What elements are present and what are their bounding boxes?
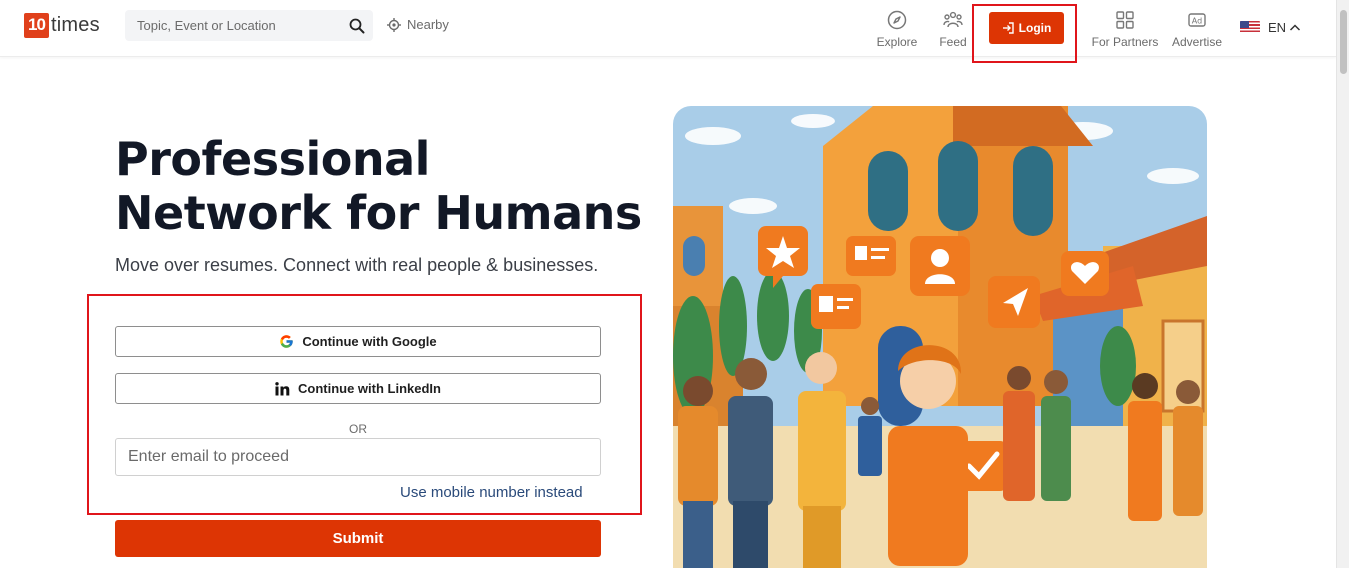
login-arrow-icon <box>1002 22 1014 34</box>
submit-button[interactable]: Submit <box>115 520 601 557</box>
nearby-label: Nearby <box>407 17 449 32</box>
nav-advertise-label: Advertise <box>1171 35 1223 49</box>
people-group-icon <box>943 11 963 28</box>
location-target-icon <box>387 17 401 32</box>
nearby-button[interactable]: Nearby <box>387 17 449 32</box>
linkedin-button-label: Continue with LinkedIn <box>298 381 441 396</box>
top-navbar: 10 times Nearby Explore Feed Login For P… <box>0 0 1336 63</box>
use-mobile-number-link[interactable]: Use mobile number instead <box>400 484 583 501</box>
email-field[interactable] <box>115 438 601 476</box>
google-icon <box>280 335 294 348</box>
google-button-label: Continue with Google <box>302 334 437 349</box>
page-scrollbar[interactable] <box>1336 0 1349 568</box>
compass-icon <box>887 10 907 30</box>
nav-explore[interactable]: Explore <box>876 10 918 49</box>
grid-icon <box>1116 11 1134 29</box>
login-label: Login <box>1018 21 1052 35</box>
nav-partners-label: For Partners <box>1091 35 1159 49</box>
nav-advertise[interactable]: Ad Advertise <box>1171 10 1223 49</box>
hero-illustration <box>673 106 1207 568</box>
linkedin-icon <box>275 381 290 395</box>
svg-text:Ad: Ad <box>1192 17 1202 26</box>
nav-feed-label: Feed <box>939 35 967 49</box>
chevron-up-icon <box>1290 23 1301 31</box>
search-bar <box>125 10 373 41</box>
scrollbar-thumb[interactable] <box>1340 10 1347 74</box>
continue-with-linkedin-button[interactable]: Continue with LinkedIn <box>115 373 601 404</box>
logo-mark: 10 <box>24 12 49 38</box>
language-selector[interactable]: EN <box>1240 20 1301 35</box>
ad-icon: Ad <box>1188 13 1206 27</box>
continue-with-google-button[interactable]: Continue with Google <box>115 326 601 357</box>
us-flag-icon <box>1240 21 1260 34</box>
hero-title: Professional Network for Humans <box>115 132 642 240</box>
nav-feed[interactable]: Feed <box>937 10 969 49</box>
search-icon[interactable] <box>341 18 373 34</box>
language-code: EN <box>1268 20 1287 35</box>
or-divider: OR <box>349 422 367 436</box>
nav-for-partners[interactable]: For Partners <box>1092 10 1158 49</box>
logo-text: times <box>51 13 100 36</box>
search-input[interactable] <box>125 18 341 33</box>
site-logo[interactable]: 10 times <box>24 12 100 38</box>
hero-subtitle: Move over resumes. Connect with real peo… <box>115 255 599 275</box>
nav-explore-label: Explore <box>876 35 918 49</box>
login-button[interactable]: Login <box>989 12 1064 44</box>
